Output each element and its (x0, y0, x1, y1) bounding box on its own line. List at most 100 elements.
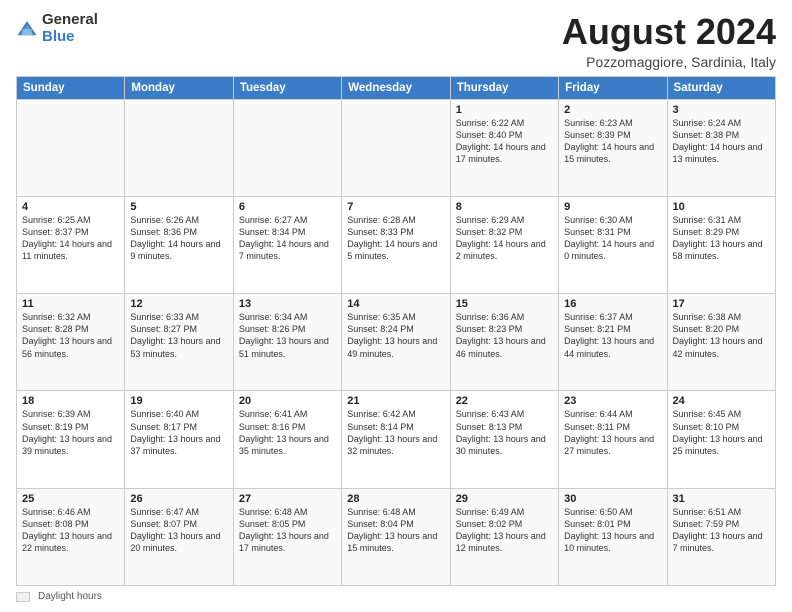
calendar-day-cell: 2Sunrise: 6:23 AM Sunset: 8:39 PM Daylig… (559, 99, 667, 196)
logo-text: General Blue (42, 12, 98, 45)
day-info: Sunrise: 6:40 AM Sunset: 8:17 PM Dayligh… (130, 408, 227, 457)
calendar-day-cell (125, 99, 233, 196)
calendar-day-cell: 17Sunrise: 6:38 AM Sunset: 8:20 PM Dayli… (667, 294, 775, 391)
calendar-day-cell: 27Sunrise: 6:48 AM Sunset: 8:05 PM Dayli… (233, 488, 341, 585)
calendar-day-header: Sunday (17, 76, 125, 99)
calendar-day-cell: 1Sunrise: 6:22 AM Sunset: 8:40 PM Daylig… (450, 99, 558, 196)
day-info: Sunrise: 6:39 AM Sunset: 8:19 PM Dayligh… (22, 408, 119, 457)
calendar-day-cell: 19Sunrise: 6:40 AM Sunset: 8:17 PM Dayli… (125, 391, 233, 488)
day-info: Sunrise: 6:35 AM Sunset: 8:24 PM Dayligh… (347, 311, 444, 360)
calendar-day-cell: 31Sunrise: 6:51 AM Sunset: 7:59 PM Dayli… (667, 488, 775, 585)
calendar-day-cell: 26Sunrise: 6:47 AM Sunset: 8:07 PM Dayli… (125, 488, 233, 585)
calendar-day-header: Wednesday (342, 76, 450, 99)
calendar-day-cell: 14Sunrise: 6:35 AM Sunset: 8:24 PM Dayli… (342, 294, 450, 391)
day-number: 15 (456, 298, 553, 310)
calendar-day-cell (342, 99, 450, 196)
day-info: Sunrise: 6:28 AM Sunset: 8:33 PM Dayligh… (347, 214, 444, 263)
calendar-day-cell: 16Sunrise: 6:37 AM Sunset: 8:21 PM Dayli… (559, 294, 667, 391)
calendar-day-cell: 10Sunrise: 6:31 AM Sunset: 8:29 PM Dayli… (667, 196, 775, 293)
logo-blue: Blue (42, 28, 75, 45)
day-info: Sunrise: 6:31 AM Sunset: 8:29 PM Dayligh… (673, 214, 770, 263)
calendar-day-cell: 18Sunrise: 6:39 AM Sunset: 8:19 PM Dayli… (17, 391, 125, 488)
day-number: 5 (130, 201, 227, 213)
calendar-day-cell (233, 99, 341, 196)
logo-general: General (42, 11, 98, 28)
day-number: 9 (564, 201, 661, 213)
legend-label: Daylight hours (38, 591, 102, 602)
day-info: Sunrise: 6:37 AM Sunset: 8:21 PM Dayligh… (564, 311, 661, 360)
calendar-week-row: 11Sunrise: 6:32 AM Sunset: 8:28 PM Dayli… (17, 294, 776, 391)
day-info: Sunrise: 6:51 AM Sunset: 7:59 PM Dayligh… (673, 506, 770, 555)
page: General Blue August 2024 Pozzomaggiore, … (0, 0, 792, 612)
calendar-day-cell: 30Sunrise: 6:50 AM Sunset: 8:01 PM Dayli… (559, 488, 667, 585)
day-info: Sunrise: 6:32 AM Sunset: 8:28 PM Dayligh… (22, 311, 119, 360)
day-info: Sunrise: 6:38 AM Sunset: 8:20 PM Dayligh… (673, 311, 770, 360)
day-number: 10 (673, 201, 770, 213)
day-info: Sunrise: 6:48 AM Sunset: 8:05 PM Dayligh… (239, 506, 336, 555)
calendar-day-cell: 29Sunrise: 6:49 AM Sunset: 8:02 PM Dayli… (450, 488, 558, 585)
day-number: 17 (673, 298, 770, 310)
calendar-day-cell: 28Sunrise: 6:48 AM Sunset: 8:04 PM Dayli… (342, 488, 450, 585)
calendar-day-cell: 21Sunrise: 6:42 AM Sunset: 8:14 PM Dayli… (342, 391, 450, 488)
day-number: 16 (564, 298, 661, 310)
day-info: Sunrise: 6:25 AM Sunset: 8:37 PM Dayligh… (22, 214, 119, 263)
calendar-day-cell: 3Sunrise: 6:24 AM Sunset: 8:38 PM Daylig… (667, 99, 775, 196)
day-number: 14 (347, 298, 444, 310)
day-number: 22 (456, 395, 553, 407)
day-info: Sunrise: 6:27 AM Sunset: 8:34 PM Dayligh… (239, 214, 336, 263)
calendar-day-cell: 6Sunrise: 6:27 AM Sunset: 8:34 PM Daylig… (233, 196, 341, 293)
calendar-day-cell: 5Sunrise: 6:26 AM Sunset: 8:36 PM Daylig… (125, 196, 233, 293)
day-number: 18 (22, 395, 119, 407)
day-number: 28 (347, 493, 444, 505)
calendar-week-row: 1Sunrise: 6:22 AM Sunset: 8:40 PM Daylig… (17, 99, 776, 196)
day-info: Sunrise: 6:24 AM Sunset: 8:38 PM Dayligh… (673, 117, 770, 166)
title-area: August 2024 Pozzomaggiore, Sardinia, Ita… (562, 12, 776, 70)
calendar-day-header: Saturday (667, 76, 775, 99)
calendar-week-row: 4Sunrise: 6:25 AM Sunset: 8:37 PM Daylig… (17, 196, 776, 293)
day-number: 11 (22, 298, 119, 310)
day-number: 7 (347, 201, 444, 213)
calendar-day-cell: 8Sunrise: 6:29 AM Sunset: 8:32 PM Daylig… (450, 196, 558, 293)
location-title: Pozzomaggiore, Sardinia, Italy (562, 54, 776, 70)
day-info: Sunrise: 6:30 AM Sunset: 8:31 PM Dayligh… (564, 214, 661, 263)
day-info: Sunrise: 6:34 AM Sunset: 8:26 PM Dayligh… (239, 311, 336, 360)
day-info: Sunrise: 6:44 AM Sunset: 8:11 PM Dayligh… (564, 408, 661, 457)
day-number: 13 (239, 298, 336, 310)
day-info: Sunrise: 6:36 AM Sunset: 8:23 PM Dayligh… (456, 311, 553, 360)
calendar-day-cell: 12Sunrise: 6:33 AM Sunset: 8:27 PM Dayli… (125, 294, 233, 391)
day-info: Sunrise: 6:45 AM Sunset: 8:10 PM Dayligh… (673, 408, 770, 457)
day-number: 3 (673, 104, 770, 116)
day-info: Sunrise: 6:42 AM Sunset: 8:14 PM Dayligh… (347, 408, 444, 457)
day-number: 27 (239, 493, 336, 505)
day-number: 29 (456, 493, 553, 505)
calendar-day-cell: 22Sunrise: 6:43 AM Sunset: 8:13 PM Dayli… (450, 391, 558, 488)
calendar-day-cell: 11Sunrise: 6:32 AM Sunset: 8:28 PM Dayli… (17, 294, 125, 391)
logo-icon (16, 18, 38, 40)
calendar-day-cell: 13Sunrise: 6:34 AM Sunset: 8:26 PM Dayli… (233, 294, 341, 391)
day-number: 20 (239, 395, 336, 407)
footer: Daylight hours (16, 591, 776, 602)
day-info: Sunrise: 6:48 AM Sunset: 8:04 PM Dayligh… (347, 506, 444, 555)
calendar-table: SundayMondayTuesdayWednesdayThursdayFrid… (16, 76, 776, 586)
day-info: Sunrise: 6:43 AM Sunset: 8:13 PM Dayligh… (456, 408, 553, 457)
day-info: Sunrise: 6:33 AM Sunset: 8:27 PM Dayligh… (130, 311, 227, 360)
day-number: 4 (22, 201, 119, 213)
day-number: 6 (239, 201, 336, 213)
day-number: 12 (130, 298, 227, 310)
calendar-day-cell: 20Sunrise: 6:41 AM Sunset: 8:16 PM Dayli… (233, 391, 341, 488)
day-number: 2 (564, 104, 661, 116)
day-number: 23 (564, 395, 661, 407)
day-number: 30 (564, 493, 661, 505)
calendar-day-cell: 24Sunrise: 6:45 AM Sunset: 8:10 PM Dayli… (667, 391, 775, 488)
logo: General Blue (16, 12, 98, 45)
day-number: 26 (130, 493, 227, 505)
month-title: August 2024 (562, 12, 776, 52)
day-info: Sunrise: 6:47 AM Sunset: 8:07 PM Dayligh… (130, 506, 227, 555)
day-number: 1 (456, 104, 553, 116)
header: General Blue August 2024 Pozzomaggiore, … (16, 12, 776, 70)
calendar-day-cell: 7Sunrise: 6:28 AM Sunset: 8:33 PM Daylig… (342, 196, 450, 293)
day-number: 19 (130, 395, 227, 407)
calendar-day-header: Tuesday (233, 76, 341, 99)
calendar-day-header: Monday (125, 76, 233, 99)
day-number: 31 (673, 493, 770, 505)
